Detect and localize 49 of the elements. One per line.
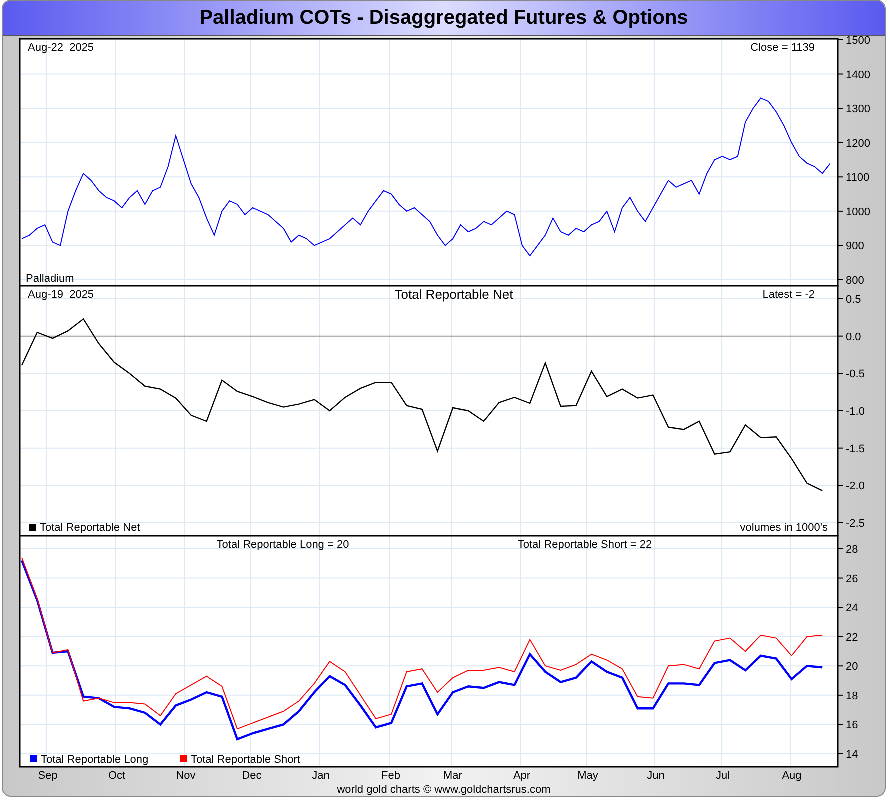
- month-label: Mar: [444, 770, 462, 783]
- month-label: Nov: [176, 770, 196, 783]
- month-label: May: [578, 770, 598, 783]
- axis-label: 0.5: [846, 294, 862, 306]
- close-reading: Close = 1139: [750, 42, 815, 54]
- chart-title: Total Reportable Net: [394, 287, 514, 302]
- month-label: Apr: [513, 770, 531, 783]
- legend-label: Total Reportable Net: [40, 522, 140, 534]
- axis-label: 1000: [846, 206, 870, 218]
- axis-label: 22: [846, 632, 858, 644]
- short-reading: Total Reportable Short = 22: [518, 539, 652, 551]
- axis-label: 1100: [846, 172, 870, 184]
- footer-credit: world gold charts © www.goldchartsrus.com: [337, 784, 551, 796]
- long-reading: Total Reportable Long = 20: [216, 539, 350, 551]
- axis-label: 1500: [846, 35, 870, 47]
- latest-reading: Latest = -2: [762, 289, 815, 301]
- axis-label: 26: [846, 573, 858, 586]
- month-label: Sep: [38, 770, 58, 783]
- axis-label: 1400: [846, 69, 870, 82]
- month-label: Feb: [382, 770, 400, 783]
- axis-label: -2.0: [846, 480, 865, 493]
- legend-label: Total Reportable Long: [41, 754, 149, 766]
- legend-label: Total Reportable Short: [191, 754, 300, 766]
- axis-label: 1300: [846, 104, 870, 116]
- month-label: Jun: [647, 770, 665, 783]
- axis-label: 16: [846, 720, 858, 732]
- month-label: Dec: [242, 770, 262, 783]
- axis-label: -0.5: [846, 368, 865, 381]
- axis-label: 20: [846, 661, 858, 674]
- month-label: Oct: [108, 770, 126, 783]
- axis-label: 0.0: [846, 331, 862, 344]
- legend-label: Palladium: [26, 273, 74, 285]
- axis-label: -2.5: [846, 518, 865, 530]
- axis-label: -1.0: [846, 406, 865, 418]
- date-label: Aug-19 2025: [28, 289, 94, 301]
- axis-label: 28: [846, 544, 858, 556]
- axis-label: 1200: [846, 138, 870, 150]
- axis-label: -1.5: [846, 443, 865, 456]
- axis-label: 900: [846, 240, 864, 253]
- month-label: Jan: [312, 770, 330, 783]
- month-label: Aug: [782, 770, 802, 783]
- axis-label: 18: [846, 690, 858, 702]
- date-label: Aug-22 2025: [28, 42, 94, 54]
- month-label: Jul: [716, 770, 730, 783]
- axis-label: 24: [846, 602, 858, 615]
- axis-label: 14: [846, 749, 858, 761]
- window-title: Palladium COTs - Disaggregated Futures & Options: [3, 1, 885, 36]
- axis-label: 800: [846, 275, 864, 287]
- units-note: volumes in 1000's: [740, 522, 828, 534]
